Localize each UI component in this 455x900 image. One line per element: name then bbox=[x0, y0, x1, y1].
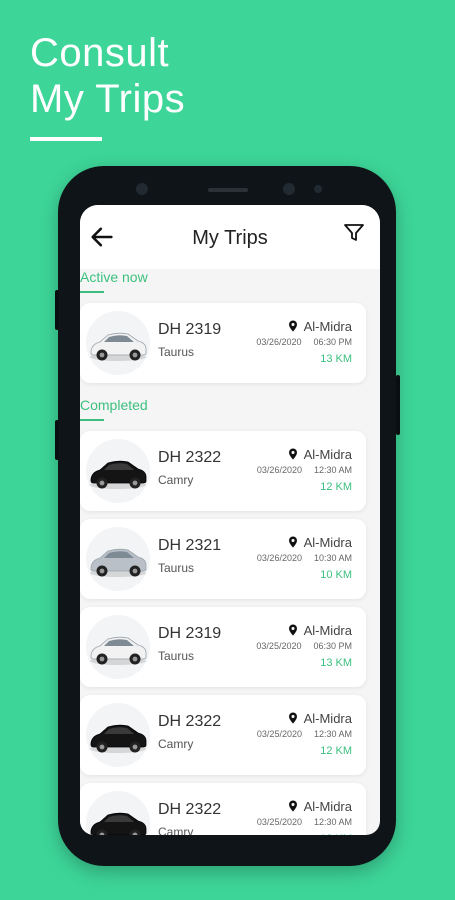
location-text: Al-Midra bbox=[303, 535, 352, 550]
promo-headline: Consult My Trips bbox=[30, 30, 185, 122]
completed-trip-card[interactable]: DH 2322 Camry Al-Midra03/25/2020 12:30 AM 12… bbox=[80, 783, 366, 835]
trip-location: Al-Midra bbox=[288, 623, 352, 638]
trips-list-inner: Active now DH 2319 Taurus Al-Midra 03/26/202… bbox=[80, 269, 380, 835]
section-active: Active now bbox=[80, 269, 374, 303]
page-title: My Trips bbox=[192, 227, 268, 249]
car-thumbnail bbox=[86, 703, 150, 767]
trip-location: Al-Midra bbox=[288, 711, 352, 726]
plate-number: DH 2322 bbox=[158, 713, 222, 730]
trip-location: Al-Midra bbox=[288, 799, 352, 814]
location-pin-icon bbox=[288, 624, 297, 636]
car-thumbnail bbox=[86, 791, 150, 835]
promo-title-line2: My Trips bbox=[30, 77, 186, 121]
trip-date: 03/26/2020 bbox=[256, 553, 302, 563]
trip-date: 03/26/2020 bbox=[256, 337, 302, 347]
completed-trip-card[interactable]: DH 2322 Camry Al-Midra03/25/2020 12:30 AM 12… bbox=[80, 695, 366, 775]
promo-underline bbox=[30, 137, 102, 141]
trip-time: 12:30 AM bbox=[313, 817, 352, 827]
trip-datetime: 03/25/2020 12:30 AM bbox=[257, 729, 352, 739]
completed-trip-card[interactable]: DH 2322 Camry Al-Midra 03/26/2020 12:30 AM 12… bbox=[80, 431, 366, 511]
trip-datetime: 03/25/2020 06:30 PM bbox=[256, 641, 352, 651]
phone-side-button-left-2 bbox=[55, 420, 59, 460]
promo-title-line1: Consult bbox=[30, 31, 170, 75]
trip-time: 10:30 AM bbox=[313, 553, 352, 563]
trip-time: 12:30 AM bbox=[313, 465, 352, 475]
location-pin-icon bbox=[288, 800, 297, 812]
plate-number: DH 2322 bbox=[158, 801, 222, 818]
trip-distance: 13 KM bbox=[320, 353, 352, 365]
trip-time: 06:30 PM bbox=[313, 641, 352, 651]
car-thumbnail bbox=[86, 615, 150, 679]
trip-location: Al-Midra bbox=[288, 447, 352, 462]
trip-datetime: 03/26/2020 12:30 AM bbox=[257, 465, 352, 475]
phone-sensor bbox=[283, 183, 295, 195]
trip-date: 03/25/2020 bbox=[256, 641, 302, 651]
location-text: Al-Midra bbox=[303, 319, 352, 334]
trip-distance: 13 KM bbox=[320, 657, 352, 669]
trip-datetime: 03/26/2020 10:30 AM bbox=[257, 553, 352, 563]
phone-speaker bbox=[208, 188, 248, 192]
section-completed-underline bbox=[80, 419, 104, 421]
trip-datetime: 03/26/2020 06:30 PM bbox=[256, 337, 352, 347]
car-model: Taurus bbox=[158, 649, 195, 663]
car-model: Camry bbox=[158, 737, 194, 751]
section-completed: Completed bbox=[80, 397, 374, 431]
car-model: Camry bbox=[158, 825, 194, 835]
location-pin-icon bbox=[288, 536, 297, 548]
plate-number: DH 2322 bbox=[158, 449, 222, 466]
car-thumbnail bbox=[86, 439, 150, 503]
completed-trip-card[interactable]: DH 2319 Taurus Al-Midra 03/25/2020 06:30 PM 1… bbox=[80, 607, 366, 687]
trip-distance: 12 KM bbox=[320, 745, 352, 757]
trip-distance: 10 KM bbox=[320, 569, 352, 581]
section-active-underline bbox=[80, 291, 104, 293]
location-pin-icon bbox=[288, 320, 297, 332]
car-model: Camry bbox=[158, 473, 194, 487]
trip-time: 06:30 PM bbox=[313, 337, 352, 347]
filter-icon[interactable] bbox=[342, 221, 366, 245]
trips-list-content: Active now DH 2319 Taurus Al-Midra 03/26/202… bbox=[80, 269, 374, 835]
trip-date: 03/25/2020 bbox=[256, 729, 302, 739]
car-thumbnail bbox=[86, 311, 150, 375]
trip-datetime: 03/25/2020 12:30 AM bbox=[257, 817, 352, 827]
phone-camera bbox=[136, 183, 148, 195]
phone-side-button-left bbox=[55, 290, 59, 330]
car-model: Taurus bbox=[158, 561, 195, 575]
app-screen: My Trips Active now DH 2319 Taurus Al-Midra… bbox=[80, 205, 380, 835]
location-text: Al-Midra bbox=[303, 447, 352, 462]
phone-sensor-small bbox=[314, 185, 322, 193]
location-pin-icon bbox=[288, 448, 297, 460]
plate-number: DH 2321 bbox=[158, 537, 222, 554]
phone-side-button-right bbox=[396, 375, 400, 435]
car-thumbnail bbox=[86, 527, 150, 591]
trip-date: 03/25/2020 bbox=[256, 817, 302, 827]
trip-location: Al-Midra bbox=[288, 535, 352, 550]
plate-number: DH 2319 bbox=[158, 625, 222, 642]
location-text: Al-Midra bbox=[303, 711, 352, 726]
app-bar: My Trips bbox=[80, 205, 380, 269]
trips-list[interactable]: Active now DH 2319 Taurus Al-Midra 03/26/202… bbox=[80, 269, 380, 835]
plate-number: DH 2319 bbox=[158, 321, 222, 338]
location-pin-icon bbox=[288, 712, 297, 724]
car-model: Taurus bbox=[158, 345, 195, 359]
trip-distance: 12 KM bbox=[320, 833, 352, 835]
active-trip-card[interactable]: DH 2319 Taurus Al-Midra 03/26/2020 06:30 PM 1… bbox=[80, 303, 366, 383]
section-active-label: Active now bbox=[80, 269, 148, 285]
trip-distance: 12 KM bbox=[320, 481, 352, 493]
section-completed-label: Completed bbox=[80, 397, 148, 413]
location-text: Al-Midra bbox=[303, 623, 352, 638]
trip-location: Al-Midra bbox=[288, 319, 352, 334]
completed-trip-card[interactable]: DH 2321 Taurus Al-Midra 03/26/2020 10:30 AM 1… bbox=[80, 519, 366, 599]
location-text: Al-Midra bbox=[303, 799, 352, 814]
trip-time: 12:30 AM bbox=[313, 729, 352, 739]
trip-date: 03/26/2020 bbox=[256, 465, 302, 475]
